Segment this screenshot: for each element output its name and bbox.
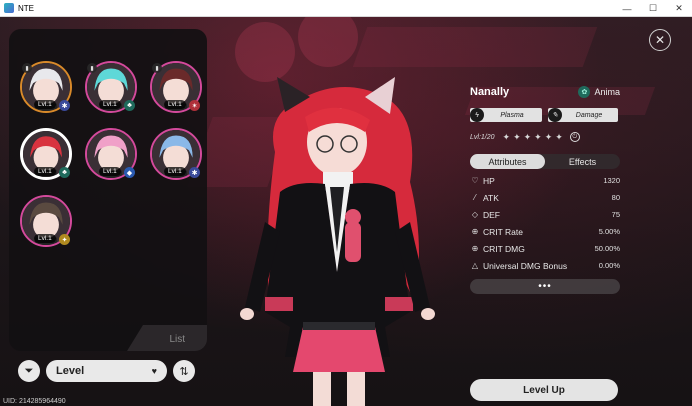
stat-value: 1320: [603, 176, 620, 185]
stat-label: △ Universal DMG Bonus: [470, 261, 567, 271]
stat-label: ⊕ CRIT DMG: [470, 244, 525, 254]
portrait-level: Lvl.1: [99, 100, 121, 109]
gear-icon: ✱: [59, 100, 70, 111]
minimize-button[interactable]: —: [614, 0, 640, 17]
portrait-level: Lvl.1: [34, 167, 56, 176]
window-controls: — ☐ ✕: [614, 0, 692, 17]
stat-row: ⁄ ATK 80: [470, 189, 620, 206]
uid-label: UID: 214285964490: [3, 398, 66, 405]
anima-icon: ✿: [578, 86, 591, 98]
close-button[interactable]: ✕: [649, 29, 671, 51]
portrait-level: Lvl.1: [99, 167, 121, 176]
flame-icon: ✶: [189, 100, 200, 111]
sort-bar: ⏷ Level ♥ ⇅: [18, 360, 195, 382]
stat-label: ⁄ ATK: [470, 193, 499, 203]
star-rank: ✦✦✦✦✦✦: [502, 131, 566, 142]
stat-name: HP: [483, 175, 495, 186]
list-label[interactable]: List: [169, 334, 185, 345]
gear-icon: ✱: [189, 167, 200, 178]
level-row: Lvl:1/20 ✦✦✦✦✦✦ ⏻: [470, 130, 620, 144]
portrait-level: Lvl.1: [34, 100, 56, 109]
character-model: [240, 77, 435, 406]
stat-label: ⊕ CRIT Rate: [470, 227, 523, 237]
crit-rate-icon: ⊕: [471, 227, 479, 236]
character-class-label: Anima: [594, 87, 620, 97]
stats-list: ♡ HP 1320 ⁄ ATK 80 ◇ DEF 75 ⊕ CRIT Rate 5.00% ⊕ CRIT …: [470, 172, 620, 274]
sword-icon: ⁄: [474, 193, 476, 202]
app-icon: [4, 3, 14, 13]
stat-name: DEF: [483, 209, 500, 220]
level-up-button[interactable]: Level Up: [470, 379, 618, 401]
power-icon: ⏻: [569, 132, 580, 142]
stat-name: CRIT DMG: [483, 243, 525, 254]
tag-damage-label: Damage: [575, 111, 603, 119]
brush-icon: ✎: [548, 108, 562, 122]
portrait-level: Lvl.1: [34, 234, 56, 243]
triangle-icon: △: [471, 261, 479, 270]
leaf-icon: ♣: [124, 100, 135, 111]
name-row: Nanally ✿ Anima: [470, 83, 620, 101]
maximize-button[interactable]: ☐: [640, 0, 666, 17]
heart-icon: ♡: [471, 176, 479, 185]
stat-row: ♡ HP 1320: [470, 172, 620, 189]
list-tab[interactable]: [127, 325, 207, 351]
stat-value: 75: [611, 210, 620, 219]
info-tabs: Attributes Effects: [470, 154, 620, 169]
stat-label: ◇ DEF: [470, 210, 500, 220]
tag-plasma: ϟ Plasma: [470, 108, 542, 122]
stat-value: 0.00%: [598, 261, 620, 270]
pin-icon: ▮: [87, 63, 97, 73]
stat-row: ◇ DEF 75: [470, 206, 620, 223]
character-class: ✿ Anima: [578, 86, 620, 98]
sort-dropdown[interactable]: Level ♥: [46, 360, 167, 382]
more-button[interactable]: •••: [470, 279, 620, 294]
sort-order-icon: ⇅: [179, 365, 189, 378]
stat-label: ♡ HP: [470, 175, 495, 186]
filter-button[interactable]: ⏷: [18, 360, 40, 382]
tab-attributes[interactable]: Attributes: [470, 154, 545, 169]
stat-name: CRIT Rate: [483, 226, 523, 237]
sort-dropdown-label: Level: [56, 365, 85, 377]
portrait-level: Lvl.1: [164, 167, 186, 176]
game-viewport: List Lvl.1 ✱ ▮ Lvl.1 ♣ ▮ Lvl.1 ✶ ▮ Lvl.1 ♣ Lvl.1 ◆ Lv…: [0, 17, 692, 406]
stat-value: 50.00%: [594, 244, 620, 253]
stat-row: ⊕ CRIT DMG 50.00%: [470, 240, 620, 257]
leaf-icon: ♣: [59, 167, 70, 178]
chevron-down-icon: ♥: [151, 366, 157, 376]
tag-damage: ✎ Damage: [548, 108, 618, 122]
level-text: Lvl:1/20: [470, 133, 495, 141]
background-decoration: [298, 17, 358, 67]
tag-plasma-label: Plasma: [500, 111, 524, 119]
stat-value: 80: [611, 193, 620, 202]
sparkle-icon: ✦: [59, 234, 70, 245]
background-decoration: [352, 27, 598, 67]
close-window-button[interactable]: ✕: [666, 0, 692, 17]
shield-icon: ◇: [471, 210, 479, 219]
stat-row: ⊕ CRIT Rate 5.00%: [470, 223, 620, 240]
pin-icon: ▮: [152, 63, 162, 73]
stat-row: △ Universal DMG Bonus 0.00%: [470, 257, 620, 274]
stat-name: Universal DMG Bonus: [483, 260, 568, 271]
crit-dmg-icon: ⊕: [471, 244, 479, 253]
character-name: Nanally: [470, 86, 510, 98]
character-tags: ϟ Plasma ✎ Damage: [470, 108, 620, 122]
plasma-icon: ϟ: [470, 108, 484, 122]
portrait-level: Lvl.1: [164, 100, 186, 109]
stat-value: 5.00%: [598, 227, 620, 236]
close-icon: ✕: [654, 33, 666, 47]
title-bar: NTE — ☐ ✕: [0, 0, 692, 17]
pin-icon: ▮: [22, 63, 32, 73]
diamond-icon: ◆: [124, 167, 135, 178]
character-info-panel: Nanally ✿ Anima ϟ Plasma ✎ Damage Lvl:1/…: [470, 83, 620, 294]
sort-order-button[interactable]: ⇅: [173, 360, 195, 382]
tab-effects[interactable]: Effects: [545, 154, 620, 169]
stat-name: ATK: [483, 192, 499, 203]
window-title: NTE: [18, 3, 34, 13]
filter-icon: ⏷: [24, 364, 34, 377]
